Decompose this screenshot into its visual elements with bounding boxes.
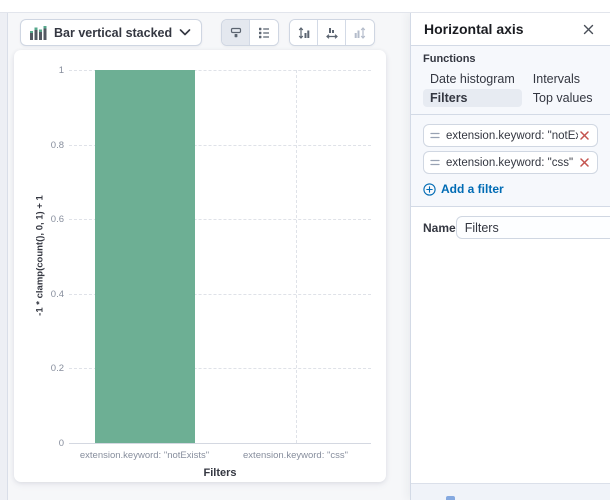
chart-type-dropdown[interactable]: Bar vertical stacked bbox=[20, 19, 202, 46]
x-axis-line bbox=[69, 443, 371, 444]
function-option[interactable]: Intervals bbox=[526, 70, 600, 88]
legend-button[interactable] bbox=[250, 20, 278, 45]
function-option[interactable]: Date histogram bbox=[423, 70, 522, 88]
y-tick-label: 0 bbox=[16, 438, 64, 449]
bottom-axis-icon bbox=[325, 26, 339, 40]
drag-handle-icon[interactable] bbox=[430, 159, 440, 166]
lens-toolbar: Bar vertical stacked bbox=[20, 19, 375, 46]
filters-list: extension.keyword: "notExists" extension.… bbox=[423, 124, 598, 174]
y-tick-label: 1 bbox=[16, 65, 64, 76]
section-divider bbox=[411, 114, 610, 115]
right-axis-icon bbox=[353, 26, 367, 40]
legend-icon bbox=[257, 26, 271, 40]
panel-header: Horizontal axis bbox=[411, 13, 610, 46]
bar-stacked-icon bbox=[30, 26, 47, 40]
window-top-strip bbox=[0, 0, 610, 13]
plus-circle-icon bbox=[423, 183, 436, 196]
close-icon bbox=[583, 24, 594, 35]
filter-pill-label: extension.keyword: "notExists" bbox=[446, 130, 578, 142]
filter-pill[interactable]: extension.keyword: "notExists" bbox=[423, 124, 598, 147]
chevron-down-icon bbox=[179, 29, 191, 36]
bottom-axis-button[interactable] bbox=[318, 20, 346, 45]
functions-section: Functions Date histogramIntervalsFilters… bbox=[411, 46, 610, 207]
suggestion-partial-icon bbox=[446, 496, 455, 500]
visual-options-icon bbox=[229, 26, 243, 40]
function-option[interactable]: Top values bbox=[526, 89, 600, 107]
x-tick-label: extension.keyword: "notExists" bbox=[65, 450, 225, 461]
functions-list: Date histogramIntervalsFiltersTop values bbox=[423, 70, 598, 107]
panel-footer bbox=[411, 483, 610, 500]
add-filter-button[interactable]: Add a filter bbox=[423, 182, 504, 196]
remove-filter-button[interactable] bbox=[578, 129, 591, 142]
chart-canvas: 00.20.40.60.81extension.keyword: "notExi… bbox=[14, 50, 386, 482]
close-panel-button[interactable] bbox=[581, 22, 596, 37]
chart-type-label: Bar vertical stacked bbox=[54, 26, 172, 40]
collapsed-sidebar-strip bbox=[0, 13, 8, 500]
dimension-config-panel: Horizontal axis Functions Date histogram… bbox=[410, 13, 610, 500]
axis-settings-group bbox=[289, 19, 375, 46]
name-input[interactable] bbox=[456, 216, 610, 239]
functions-heading: Functions bbox=[423, 53, 598, 65]
right-axis-button bbox=[346, 20, 374, 45]
name-field-label: Name bbox=[423, 221, 456, 235]
filter-pill-label: extension.keyword: "css" bbox=[446, 157, 578, 169]
panel-title: Horizontal axis bbox=[424, 21, 524, 37]
left-axis-button[interactable] bbox=[290, 20, 318, 45]
y-axis-title: -1 * clamp(count(), 0, 1) + 1 bbox=[35, 136, 46, 376]
function-option[interactable]: Filters bbox=[423, 89, 522, 107]
x-gridline bbox=[296, 70, 297, 443]
display-options-group bbox=[221, 19, 279, 46]
visual-options-button[interactable] bbox=[222, 20, 250, 45]
x-tick-label: extension.keyword: "css" bbox=[216, 450, 376, 461]
add-filter-label: Add a filter bbox=[441, 182, 504, 196]
remove-filter-button[interactable] bbox=[578, 156, 591, 169]
drag-handle-icon[interactable] bbox=[430, 132, 440, 139]
filter-pill[interactable]: extension.keyword: "css" bbox=[423, 151, 598, 174]
x-axis-title: Filters bbox=[160, 467, 280, 479]
name-row: Name bbox=[411, 207, 610, 248]
bar-segment[interactable] bbox=[95, 70, 195, 443]
left-axis-icon bbox=[297, 26, 311, 40]
